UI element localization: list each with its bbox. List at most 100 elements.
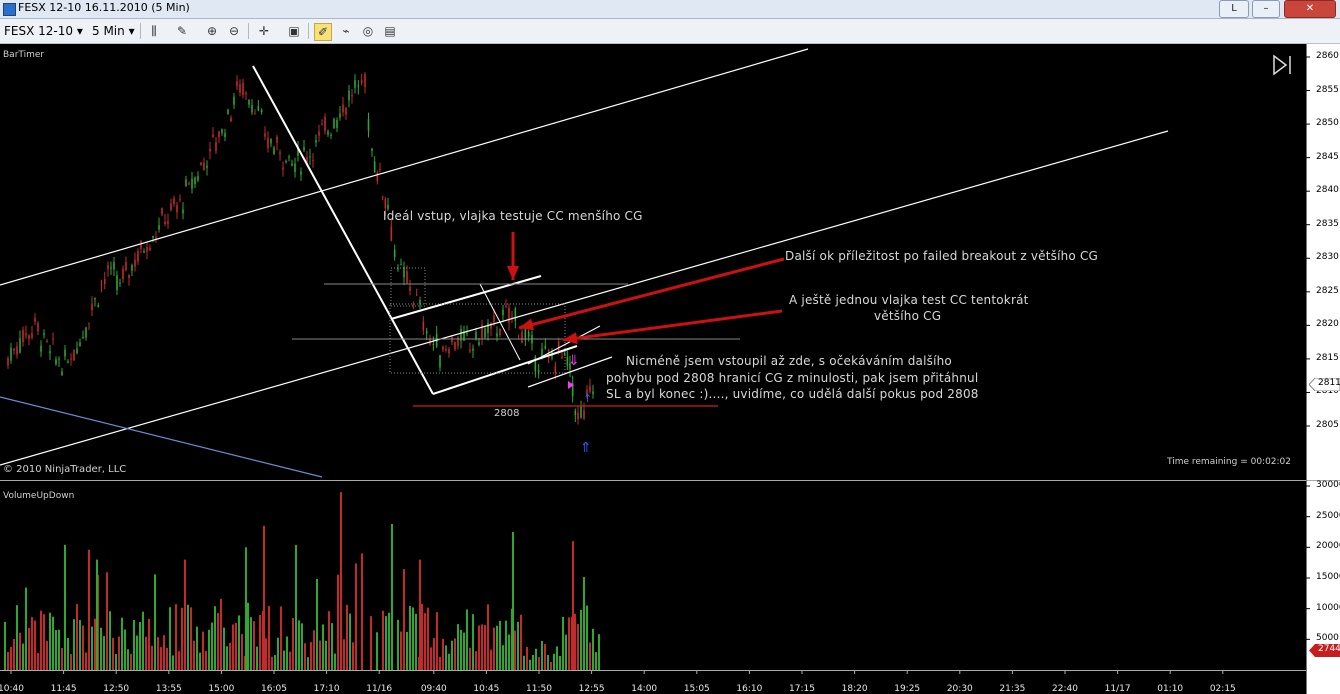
chart-area[interactable]: ⇓ ⇑ ↑ BarTimer VolumeUpDown © 2010 NinjaTr… — [0, 44, 1340, 694]
volume-bar — [277, 637, 279, 670]
volume-bar — [310, 642, 312, 670]
price-bar — [131, 265, 133, 271]
chart-canvas[interactable]: ⇓ ⇑ ↑ — [0, 44, 1340, 694]
volume-bar — [187, 604, 189, 670]
price-bar — [257, 106, 260, 111]
chart-trader-icon[interactable]: ▤ — [382, 23, 398, 39]
time-tick-label: 17:10 — [313, 684, 340, 694]
price-bar — [254, 113, 256, 115]
volume-bar — [25, 587, 27, 670]
drawing-tool-icon[interactable]: ✎ — [174, 23, 190, 39]
volume-bar — [298, 620, 300, 670]
instrument-selector[interactable]: FESX 12-10 ▾ — [4, 22, 83, 40]
volume-bar — [274, 655, 276, 670]
properties-icon[interactable]: ◎ — [360, 23, 376, 39]
volume-bar — [487, 604, 489, 670]
strategies-icon[interactable]: ✐ — [314, 23, 332, 41]
bar-type-icon[interactable]: ⫼ — [146, 23, 162, 39]
volume-bar — [37, 653, 39, 670]
volume-bar — [43, 614, 45, 670]
annotation-failed-breakout: Další ok příležitost po failed breakout … — [785, 249, 1099, 263]
price-bar — [40, 345, 42, 352]
chart-trader-toggle-icon[interactable] — [1272, 54, 1296, 76]
price-tick-label: 2830 — [1316, 252, 1339, 263]
zoom-in-icon[interactable]: ⊕ — [204, 23, 220, 39]
indicators-icon[interactable]: ⌁ — [338, 23, 354, 39]
time-tick-label: 02:15 — [1209, 684, 1236, 694]
volume-bar — [535, 648, 537, 670]
price-bar — [167, 221, 169, 224]
volume-tick-label: 15000 — [1316, 572, 1340, 582]
time-tick-label: 09:40 — [420, 684, 447, 694]
price-bar — [505, 305, 507, 307]
volume-bar — [139, 621, 141, 670]
volume-bar — [22, 643, 24, 670]
interval-label: 5 Min — [92, 24, 125, 38]
volume-bar — [34, 620, 36, 670]
volume-bar — [463, 632, 465, 670]
price-bar — [116, 275, 118, 290]
minimize-button[interactable]: – — [1252, 0, 1280, 18]
volume-bar — [541, 640, 543, 670]
price-tick-label: 2840 — [1316, 185, 1339, 196]
crosshair-icon[interactable]: ✛ — [256, 23, 272, 39]
price-bar — [400, 264, 402, 266]
price-bar — [381, 196, 384, 198]
price-bar — [371, 148, 373, 151]
volume-bar — [514, 630, 516, 670]
zoom-out-icon[interactable]: ⊖ — [226, 23, 242, 39]
instrument-label: FESX 12-10 — [4, 24, 74, 38]
volume-bar — [328, 611, 330, 670]
volume-bar — [442, 638, 444, 670]
volume-bar — [232, 624, 234, 670]
volume-bar — [508, 634, 510, 670]
price-bar — [218, 131, 220, 138]
volume-bar — [145, 636, 147, 670]
data-box-icon[interactable]: ▣ — [286, 23, 302, 39]
price-bar — [327, 131, 329, 135]
volume-bar — [349, 613, 351, 670]
price-bar — [409, 286, 411, 291]
toolbar-separator — [308, 23, 309, 39]
volume-bar — [436, 612, 438, 670]
volume-bar — [490, 649, 492, 670]
price-bar — [448, 348, 450, 354]
price-bar — [82, 336, 84, 338]
price-bar — [203, 162, 205, 170]
price-bar — [113, 262, 115, 270]
volume-bar — [193, 640, 195, 670]
volume-bar — [415, 613, 417, 670]
price-bar — [288, 156, 290, 158]
interval-selector[interactable]: 5 Min ▾ — [92, 22, 135, 40]
volume-bar — [385, 616, 387, 670]
price-bar — [273, 147, 275, 155]
chart-toolbar: FESX 12-10 ▾ 5 Min ▾ ⫼ ✎ ⊕ ⊖ ✛ ▣ ✐ ⌁ ◎ ▤ — [0, 19, 1340, 44]
price-bar — [100, 284, 103, 286]
close-button[interactable]: ✕ — [1284, 0, 1336, 18]
volume-bar — [469, 647, 471, 670]
time-tick-label: 16:10 — [736, 684, 763, 694]
price-bar — [176, 205, 178, 213]
price-bar — [91, 303, 93, 311]
volume-bar — [7, 651, 9, 670]
price-bar — [466, 332, 468, 334]
volume-bar — [16, 605, 18, 670]
price-bar — [55, 359, 57, 365]
volume-bar — [400, 631, 402, 670]
time-tick-label: 11/16 — [366, 684, 393, 694]
price-bar — [493, 315, 495, 323]
time-tick-label: 15:00 — [208, 684, 235, 694]
time-tick-label: 22:40 — [1052, 684, 1078, 694]
restore-button[interactable]: L — [1219, 0, 1249, 18]
price-bar — [236, 81, 238, 87]
time-tick-label: 11/17 — [1104, 684, 1131, 694]
price-bar — [360, 80, 363, 84]
price-bar — [88, 322, 90, 324]
price-bar — [432, 343, 435, 345]
volume-bar — [96, 559, 98, 670]
chart-window: FESX 12-10 16.11.2010 (5 Min) L – ✕ FESX… — [0, 0, 1340, 694]
window-title: FESX 12-10 16.11.2010 (5 Min) — [18, 1, 190, 14]
price-bar — [182, 209, 184, 214]
volume-tick-label: 20000 — [1316, 541, 1340, 552]
volume-bar — [31, 617, 33, 670]
